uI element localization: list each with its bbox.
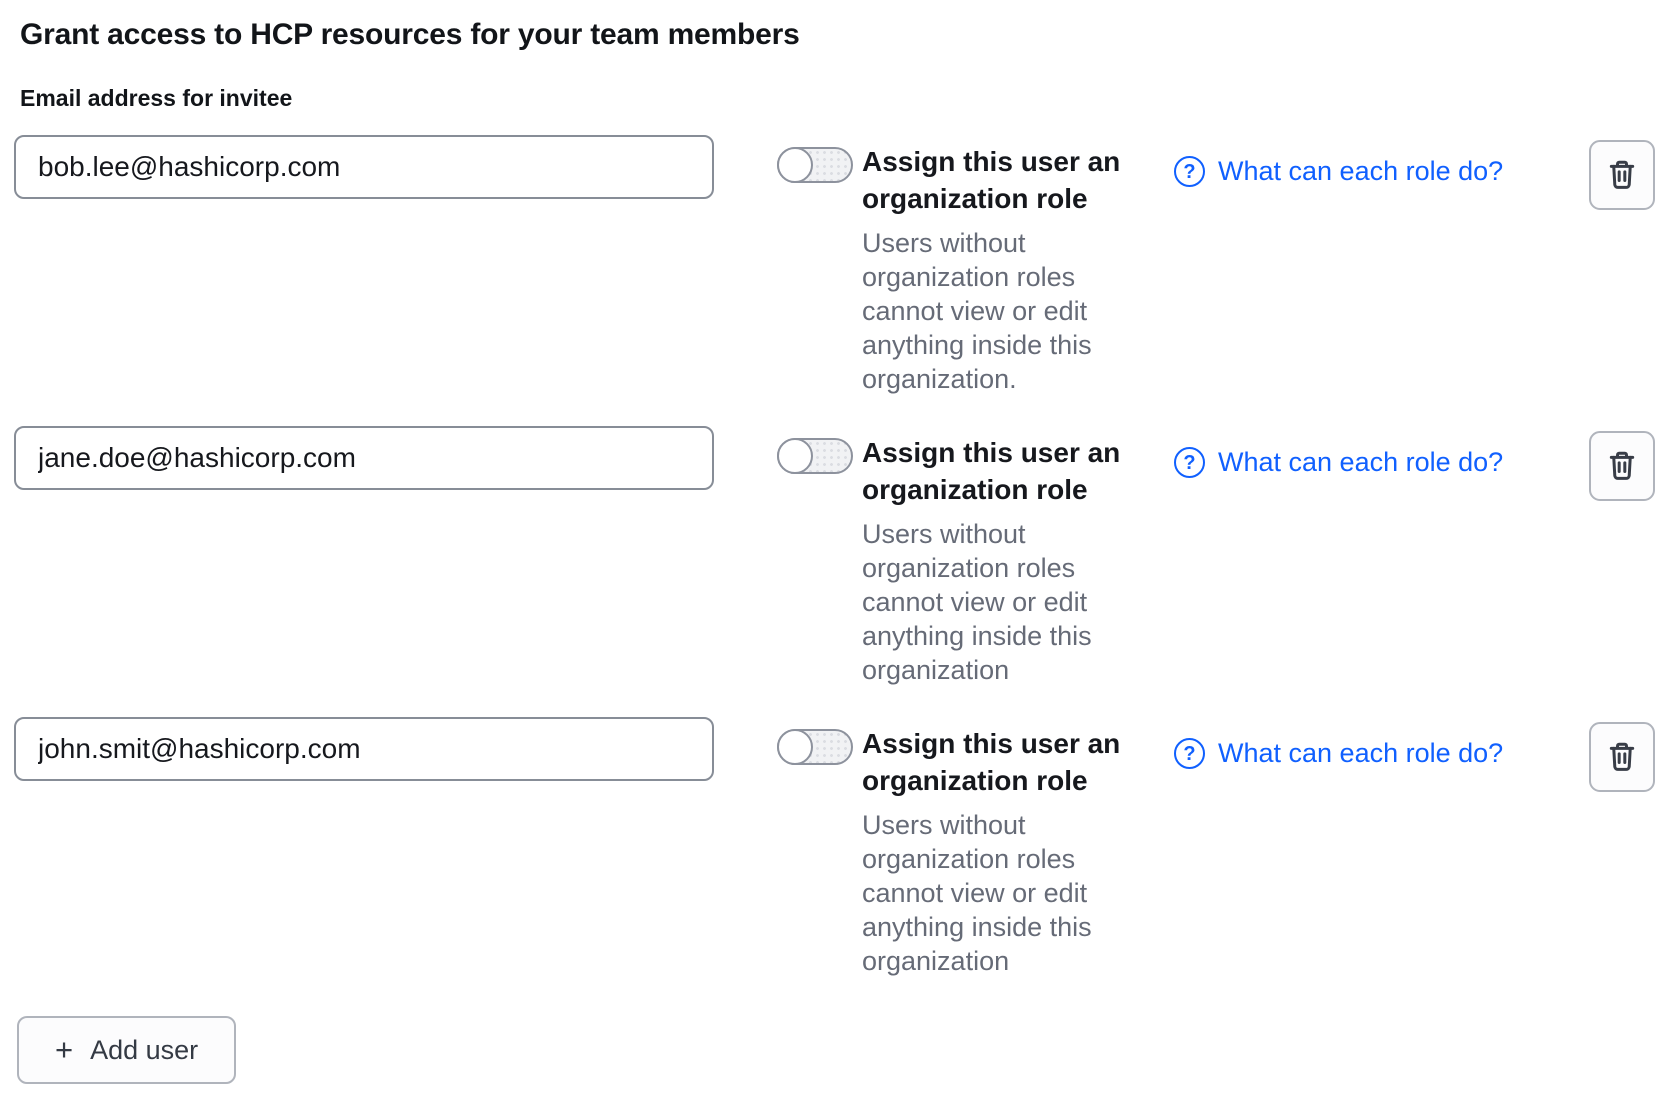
email-address-label: Email address for invitee (20, 85, 1672, 112)
role-help-link[interactable]: ? What can each role do? (1174, 426, 1503, 478)
org-role-toggle[interactable] (777, 147, 853, 183)
toggle-knob (777, 729, 813, 765)
invite-users-form: Grant access to HCP resources for your t… (0, 0, 1672, 1084)
page-title: Grant access to HCP resources for your t… (20, 18, 1672, 52)
role-help-link[interactable]: ? What can each role do? (1174, 135, 1503, 187)
role-toggle-label: Assign this user an organization role (862, 143, 1128, 217)
toggle-knob (777, 147, 813, 183)
role-helper-text: Users without organization roles cannot … (862, 226, 1128, 396)
add-user-label: Add user (90, 1035, 198, 1066)
help-circle-icon: ? (1174, 156, 1205, 187)
invitee-email-input[interactable] (14, 426, 714, 490)
help-circle-icon: ? (1174, 447, 1205, 478)
add-user-button[interactable]: + Add user (17, 1016, 236, 1084)
invite-row: Assign this user an organization role Us… (0, 717, 1672, 978)
delete-row-button[interactable] (1589, 140, 1655, 210)
invite-rows: Assign this user an organization role Us… (0, 135, 1672, 978)
org-role-toggle[interactable] (777, 438, 853, 474)
role-toggle-label: Assign this user an organization role (862, 434, 1128, 508)
plus-icon: + (55, 1034, 73, 1065)
invite-row: Assign this user an organization role Us… (0, 426, 1672, 687)
role-description-column: Assign this user an organization role Us… (862, 135, 1128, 396)
role-help-link-text[interactable]: What can each role do? (1218, 156, 1503, 187)
trash-icon (1607, 450, 1637, 482)
role-helper-text: Users without organization roles cannot … (862, 808, 1128, 978)
help-circle-icon: ? (1174, 738, 1205, 769)
role-toggle-label: Assign this user an organization role (862, 725, 1128, 799)
role-description-column: Assign this user an organization role Us… (862, 426, 1128, 687)
role-description-column: Assign this user an organization role Us… (862, 717, 1128, 978)
trash-icon (1607, 741, 1637, 773)
org-role-toggle[interactable] (777, 729, 853, 765)
invitee-email-input[interactable] (14, 717, 714, 781)
role-helper-text: Users without organization roles cannot … (862, 517, 1128, 687)
delete-row-button[interactable] (1589, 431, 1655, 501)
toggle-knob (777, 438, 813, 474)
role-help-link-text[interactable]: What can each role do? (1218, 738, 1503, 769)
invitee-email-input[interactable] (14, 135, 714, 199)
invite-row: Assign this user an organization role Us… (0, 135, 1672, 396)
trash-icon (1607, 159, 1637, 191)
delete-row-button[interactable] (1589, 722, 1655, 792)
role-help-link[interactable]: ? What can each role do? (1174, 717, 1503, 769)
role-help-link-text[interactable]: What can each role do? (1218, 447, 1503, 478)
